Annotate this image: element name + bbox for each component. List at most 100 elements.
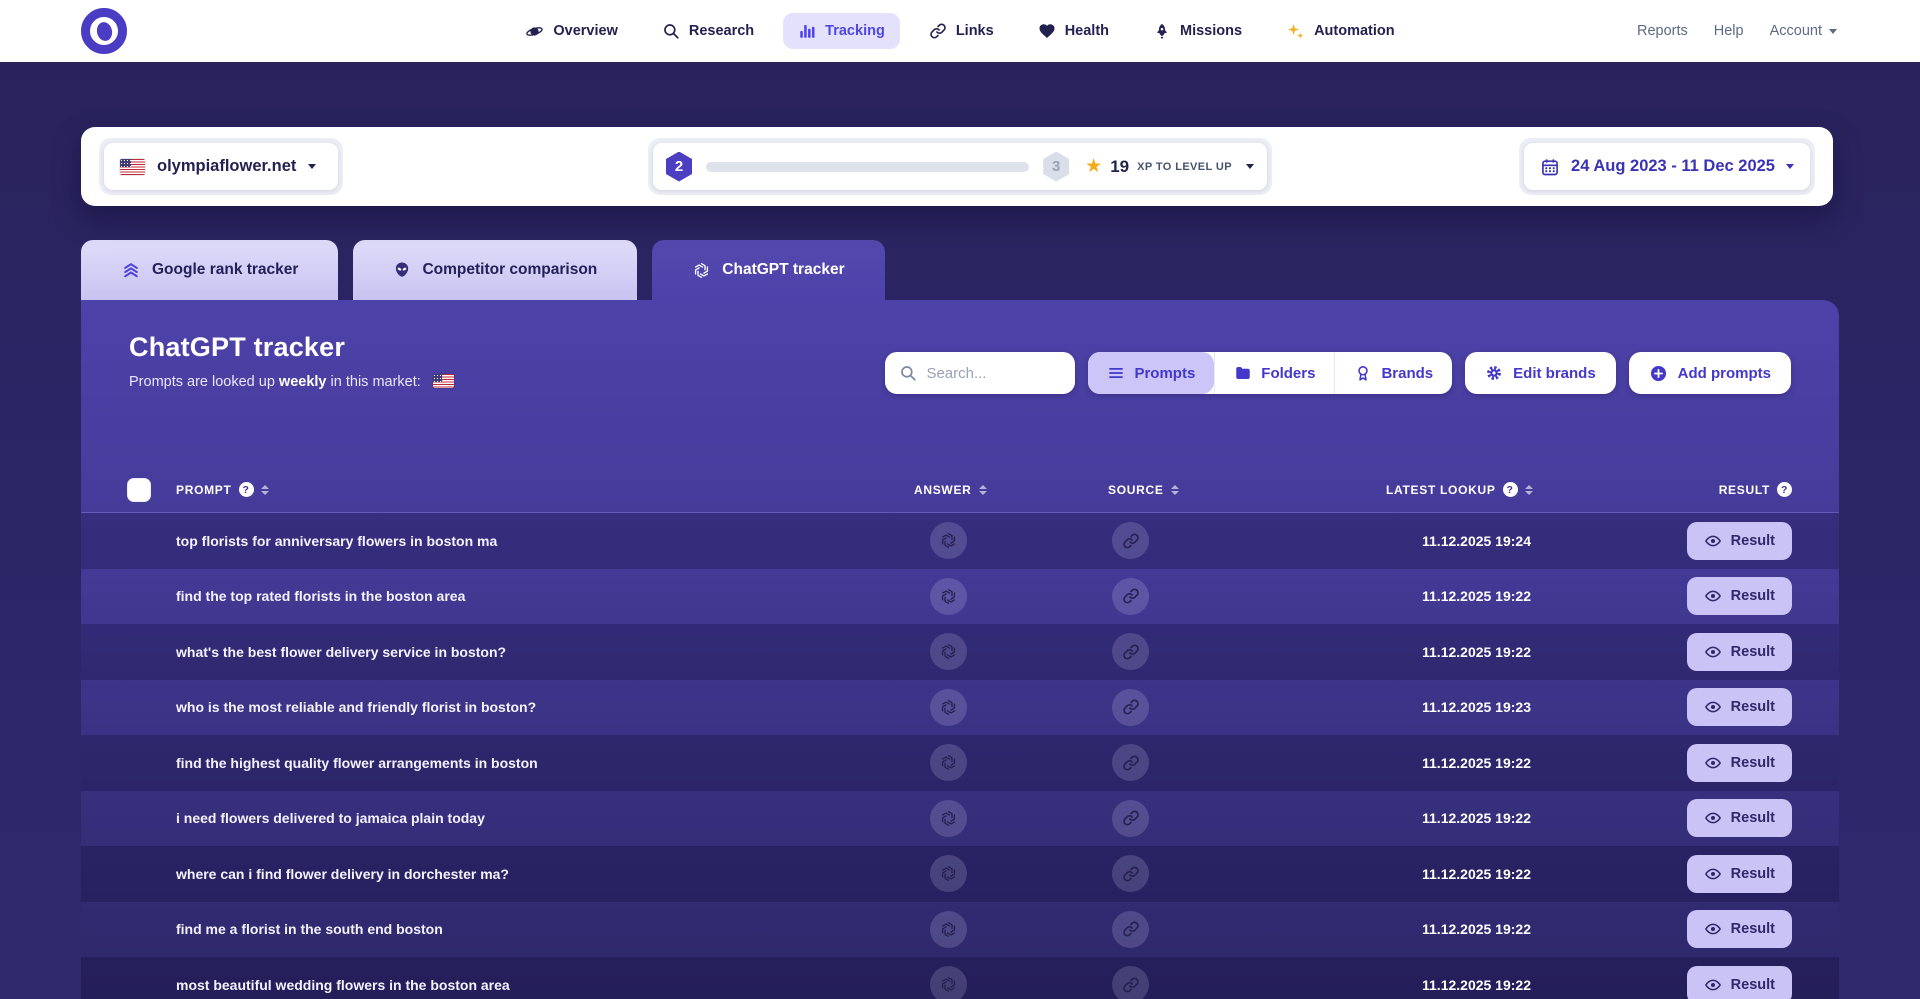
result-button-label: Result [1731, 533, 1775, 549]
heart-icon [1038, 22, 1056, 40]
prompt-text: i need flowers delivered to jamaica plai… [176, 810, 914, 826]
result-button[interactable]: Result [1687, 966, 1792, 999]
prompts-table: PROMPT ANSWER SOURCE LATEST LOOKUP [81, 467, 1839, 999]
tab-chatgpt-tracker[interactable]: ChatGPT tracker [652, 240, 884, 300]
xp-well: 2 3 ★ 19 XP TO LEVEL UP [648, 138, 1272, 195]
toggle-brands[interactable]: Brands [1334, 352, 1452, 394]
date-range-picker[interactable]: 24 Aug 2023 - 11 Dec 2025 [1524, 143, 1810, 190]
source-link-icon [1112, 578, 1149, 615]
nav-item-research[interactable]: Research [647, 13, 769, 49]
result-button[interactable]: Result [1687, 688, 1792, 726]
sort-latest-lookup[interactable] [1525, 485, 1533, 495]
prompt-text: who is the most reliable and friendly fl… [176, 699, 914, 715]
toggle-folders[interactable]: Folders [1214, 352, 1334, 394]
result-button[interactable]: Result [1687, 577, 1792, 615]
domain-selector[interactable]: olympiaflower.net [104, 143, 338, 190]
link-icon [929, 22, 947, 40]
us-flag-icon [120, 159, 145, 175]
folder-icon [1234, 364, 1252, 382]
calendar-icon [1540, 157, 1560, 177]
prompt-text: find the top rated florists in the bosto… [176, 588, 914, 604]
xp-label: XP TO LEVEL UP [1137, 161, 1232, 173]
panel-title-block: ChatGPT tracker Prompts are looked up we… [129, 332, 454, 390]
result-button[interactable]: Result [1687, 522, 1792, 560]
edit-brands[interactable]: Edit brands [1465, 352, 1616, 394]
result-button[interactable]: Result [1687, 799, 1792, 837]
tab-google-rank-tracker[interactable]: Google rank tracker [81, 240, 338, 300]
prompt-text: find me a florist in the south end bosto… [176, 921, 914, 937]
main-nav: Overview Research Tracking Links [510, 13, 1409, 50]
nav-item-health[interactable]: Health [1023, 13, 1124, 49]
logo-inner-dot [95, 20, 114, 42]
openai-answer-icon [930, 578, 967, 615]
next-level-badge: 3 [1043, 152, 1069, 182]
result-button-label: Result [1731, 866, 1775, 882]
page-title: ChatGPT tracker [129, 332, 454, 363]
latest-lookup-timestamp: 11.12.2025 19:22 [1422, 977, 1617, 993]
subtitle-prefix: Prompts are looked up [129, 374, 275, 390]
nav-item-automation[interactable]: Automation [1271, 13, 1410, 50]
result-button-label: Result [1731, 755, 1775, 771]
nav-item-missions[interactable]: Missions [1138, 13, 1257, 49]
result-button[interactable]: Result [1687, 633, 1792, 671]
add-prompts[interactable]: Add prompts [1629, 352, 1791, 394]
result-button[interactable]: Result [1687, 910, 1792, 948]
search-icon [899, 364, 917, 382]
panel-controls: Prompts Folders Brands [885, 352, 1791, 394]
column-prompt: PROMPT [176, 483, 232, 497]
table-row: find the top rated florists in the bosto… [81, 569, 1839, 625]
tab-competitor-comparison[interactable]: Competitor comparison [353, 240, 637, 300]
eye-icon [1704, 976, 1722, 994]
help-icon[interactable] [1777, 482, 1792, 497]
help-icon[interactable] [239, 482, 254, 497]
panel-header: ChatGPT tracker Prompts are looked up we… [81, 300, 1839, 394]
select-all-checkbox[interactable] [127, 478, 151, 502]
morningscore-logo[interactable] [81, 8, 127, 54]
action-label: Add prompts [1678, 365, 1771, 382]
award-icon [1354, 364, 1372, 382]
source-link-icon [1112, 689, 1149, 726]
nav-item-links[interactable]: Links [914, 13, 1009, 49]
result-button-label: Result [1731, 588, 1775, 604]
source-link-icon [1112, 522, 1149, 559]
nav-item-overview[interactable]: Overview [510, 13, 633, 50]
nav-item-tracking[interactable]: Tracking [783, 13, 900, 49]
search-box [885, 352, 1075, 394]
nav-right: Reports Help Account [1637, 23, 1837, 39]
sort-prompt[interactable] [261, 485, 269, 495]
chatgpt-tracker-panel: ChatGPT tracker Prompts are looked up we… [81, 300, 1839, 999]
nav-link-reports[interactable]: Reports [1637, 23, 1688, 39]
xp-value: 19 [1110, 157, 1129, 177]
column-latest-lookup: LATEST LOOKUP [1386, 483, 1496, 497]
toggle-label: Folders [1261, 365, 1315, 382]
toggle-prompts[interactable]: Prompts [1088, 352, 1214, 394]
search-input[interactable] [926, 365, 1063, 382]
result-button[interactable]: Result [1687, 855, 1792, 893]
chevrons-up-icon [121, 260, 141, 280]
nav-link-help[interactable]: Help [1714, 23, 1744, 39]
help-icon[interactable] [1503, 482, 1518, 497]
table-body: top florists for anniversary flowers in … [81, 513, 1839, 999]
column-source: SOURCE [1108, 483, 1164, 497]
openai-answer-icon [930, 855, 967, 892]
list-icon [1107, 364, 1125, 382]
xp-progress-widget[interactable]: 2 3 ★ 19 XP TO LEVEL UP [653, 143, 1267, 190]
table-row: find me a florist in the south end bosto… [81, 902, 1839, 958]
latest-lookup-timestamp: 11.12.2025 19:22 [1422, 921, 1617, 937]
tab-label: Google rank tracker [152, 261, 298, 279]
tab-label: ChatGPT tracker [722, 261, 844, 279]
prompt-text: top florists for anniversary flowers in … [176, 533, 914, 549]
domain-name: olympiaflower.net [157, 157, 296, 176]
source-link-icon [1112, 744, 1149, 781]
us-flag-icon [433, 374, 454, 388]
date-well: 24 Aug 2023 - 11 Dec 2025 [1519, 138, 1815, 195]
sort-answer[interactable] [979, 485, 987, 495]
source-link-icon [1112, 633, 1149, 670]
chevron-down-icon [1246, 164, 1254, 169]
result-button[interactable]: Result [1687, 744, 1792, 782]
sort-source[interactable] [1171, 485, 1179, 495]
plus-circle-icon [1649, 364, 1668, 383]
eye-icon [1704, 698, 1722, 716]
account-menu[interactable]: Account [1770, 23, 1837, 39]
chevron-down-icon [308, 164, 316, 169]
